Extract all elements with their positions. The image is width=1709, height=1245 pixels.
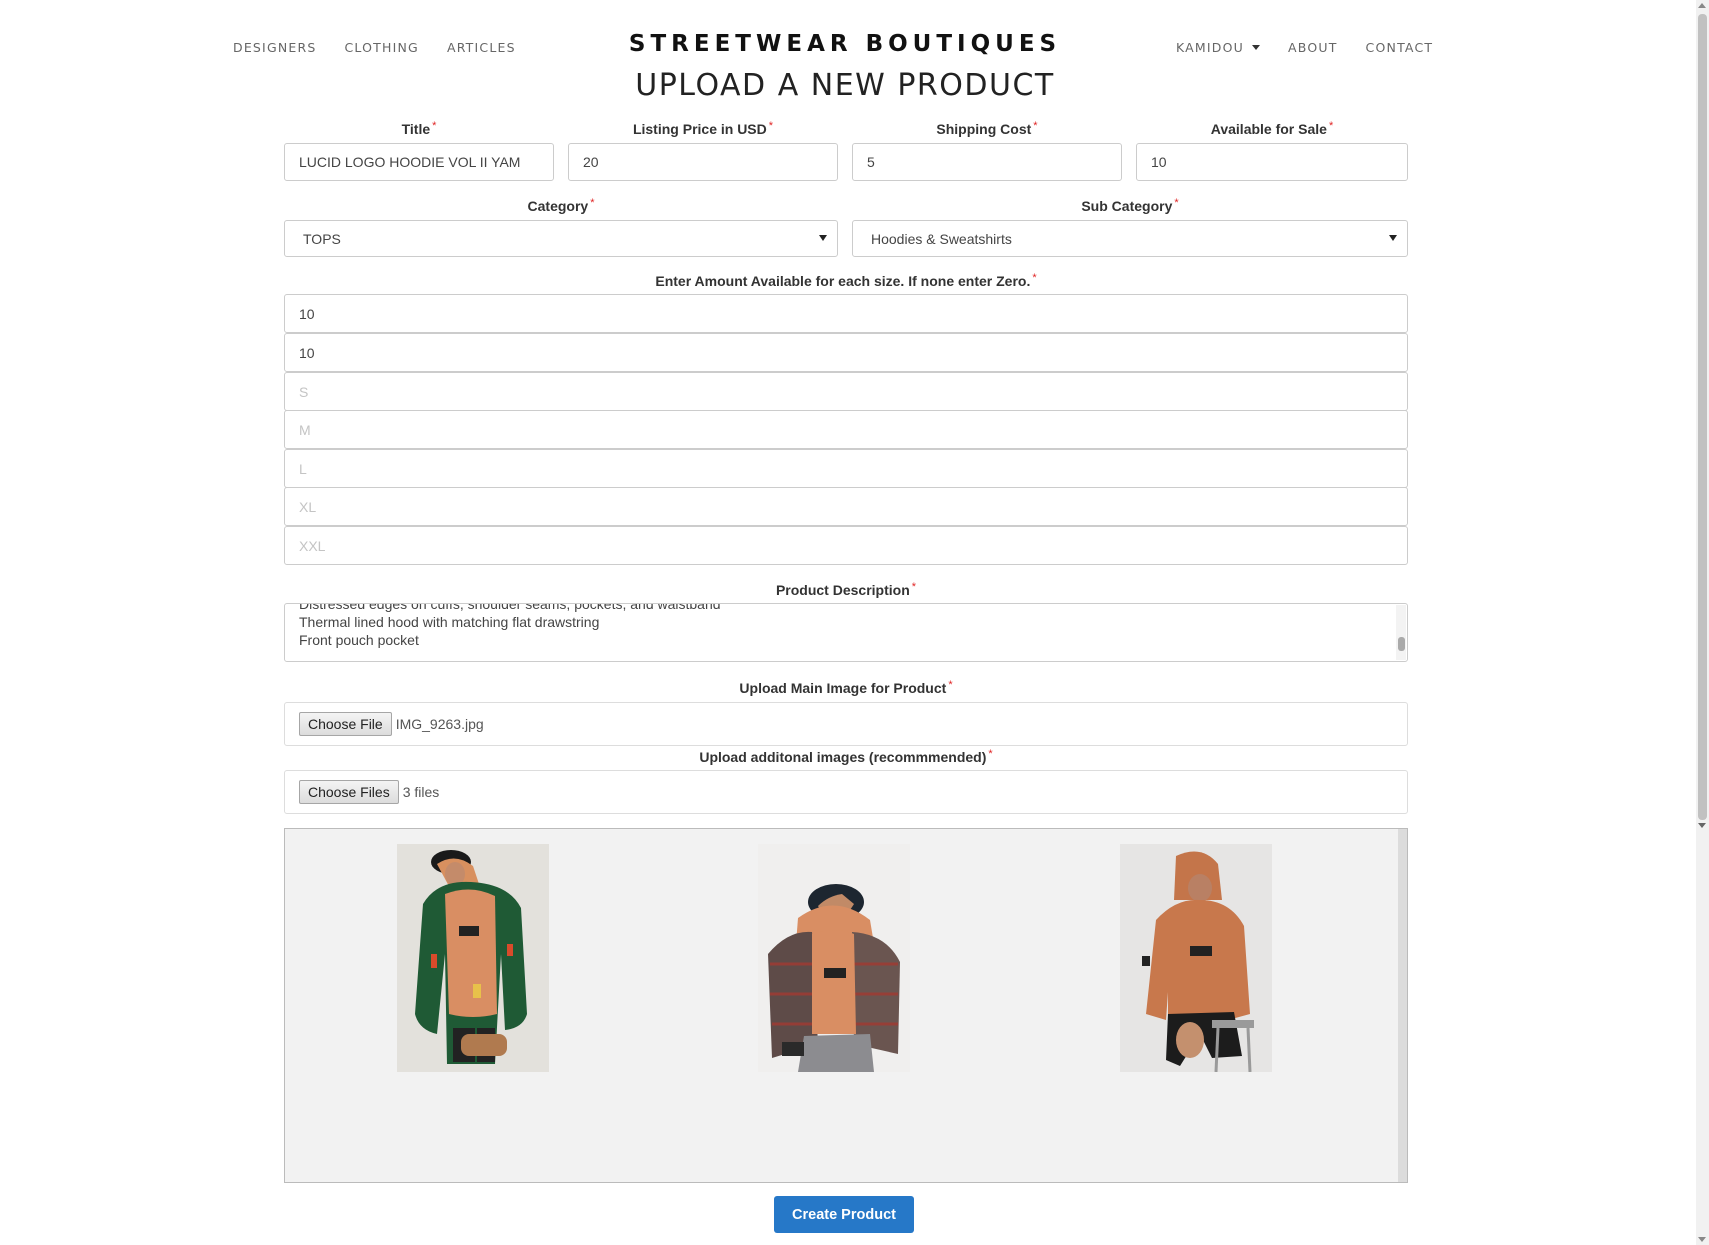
textarea-scrollbar-thumb[interactable]	[1398, 637, 1405, 651]
required-mark: *	[948, 679, 953, 691]
size-input-s[interactable]: S	[284, 372, 1408, 411]
required-mark: *	[1174, 197, 1179, 209]
additional-images-label-text: Upload additonal images (recommmended)	[699, 749, 987, 765]
textarea-scrollbar[interactable]	[1396, 605, 1406, 660]
main-image-filename: IMG_9263.jpg	[395, 716, 484, 732]
sub-category-select-value: Hoodies & Sweatshirts	[871, 230, 1012, 247]
category-label: Category *	[284, 197, 838, 214]
size-input-xl[interactable]: XL	[284, 487, 1408, 526]
required-mark: *	[911, 581, 917, 593]
title-label: Title *	[284, 120, 554, 137]
product-photo	[397, 844, 549, 1072]
additional-images-label: Upload additonal images (recommmended) *	[284, 748, 1408, 765]
scroll-down-arrow-icon[interactable]	[1698, 1237, 1706, 1242]
title-label-text: Title	[401, 121, 431, 137]
product-image-preview	[758, 844, 910, 1072]
page-title: UPLOAD A NEW PRODUCT	[635, 68, 1055, 103]
required-mark: *	[590, 197, 595, 209]
description-line: Distressed edges on cuffs, shoulder seam…	[299, 603, 721, 612]
nav-user-menu[interactable]: KAMIDOU	[1176, 40, 1261, 55]
required-mark: *	[432, 120, 437, 132]
sizes-label-text: Enter Amount Available for each size. If…	[655, 273, 1031, 289]
size-input-2[interactable]: 10	[284, 333, 1408, 372]
available-label-text: Available for Sale	[1210, 121, 1327, 137]
shipping-label: Shipping Cost *	[852, 120, 1122, 137]
scroll-down-arrow-icon[interactable]	[1698, 823, 1706, 828]
required-mark: *	[768, 120, 774, 132]
additional-images-count: 3 files	[402, 784, 440, 800]
create-product-button[interactable]: Create Product	[774, 1196, 914, 1233]
shipping-input[interactable]: 5	[852, 143, 1122, 181]
size-input-l[interactable]: L	[284, 449, 1408, 488]
page-scrollbar-thumb[interactable]	[1698, 14, 1707, 820]
description-textarea[interactable]: Distressed edges on cuffs, shoulder seam…	[284, 603, 1408, 662]
nav-contact[interactable]: CONTACT	[1366, 40, 1434, 55]
required-mark: *	[1032, 272, 1037, 284]
sub-category-label-text: Sub Category	[1081, 198, 1173, 214]
main-image-label-text: Upload Main Image for Product	[739, 680, 947, 696]
nav-right: KAMIDOU ABOUT CONTACT	[1176, 40, 1461, 55]
price-input[interactable]: 20	[568, 143, 838, 181]
required-mark: *	[1328, 120, 1334, 132]
nav-about[interactable]: ABOUT	[1288, 40, 1338, 55]
product-photo	[1120, 844, 1272, 1072]
size-input-xxl[interactable]: XXL	[284, 526, 1408, 565]
description-line: Front pouch pocket	[299, 632, 419, 648]
description-label: Product Description *	[284, 581, 1408, 598]
additional-images-upload: Choose Files 3 files	[284, 770, 1408, 814]
scroll-up-arrow-icon[interactable]	[1698, 3, 1706, 8]
category-label-text: Category	[527, 198, 589, 214]
shipping-label-text: Shipping Cost	[936, 121, 1032, 137]
required-mark: *	[988, 748, 993, 760]
choose-files-button[interactable]: Choose Files	[299, 780, 399, 804]
available-input[interactable]: 10	[1136, 143, 1408, 181]
product-image-preview	[397, 844, 549, 1072]
product-photo	[758, 844, 910, 1072]
category-select-value: TOPS	[303, 230, 341, 247]
description-label-text: Product Description	[775, 582, 910, 598]
product-image-preview	[1120, 844, 1272, 1072]
sub-category-label: Sub Category *	[852, 197, 1408, 214]
title-input[interactable]: LUCID LOGO HOODIE VOL II YAM	[284, 143, 554, 181]
select-arrow-icon	[819, 235, 827, 241]
description-line: Thermal lined hood with matching flat dr…	[299, 614, 600, 630]
caret-down-icon	[1252, 45, 1261, 50]
image-preview-area	[284, 828, 1408, 1183]
price-label: Listing Price in USD *	[568, 120, 838, 137]
page-scrollbar[interactable]	[1696, 0, 1709, 1245]
category-select[interactable]: TOPS	[284, 220, 838, 257]
size-input-1[interactable]: 10	[284, 294, 1408, 333]
available-label: Available for Sale *	[1136, 120, 1408, 137]
nav-user-label: KAMIDOU	[1176, 40, 1245, 55]
size-input-m[interactable]: M	[284, 410, 1408, 449]
main-image-label: Upload Main Image for Product *	[284, 679, 1408, 696]
price-label-text: Listing Price in USD	[632, 121, 767, 137]
choose-file-button[interactable]: Choose File	[299, 712, 392, 736]
sub-category-select[interactable]: Hoodies & Sweatshirts	[852, 220, 1408, 257]
select-arrow-icon	[1389, 235, 1397, 241]
main-image-upload: Choose File IMG_9263.jpg	[284, 702, 1408, 746]
preview-scrollbar[interactable]	[1398, 829, 1407, 1182]
required-mark: *	[1033, 120, 1038, 132]
sizes-label: Enter Amount Available for each size. If…	[284, 272, 1408, 289]
